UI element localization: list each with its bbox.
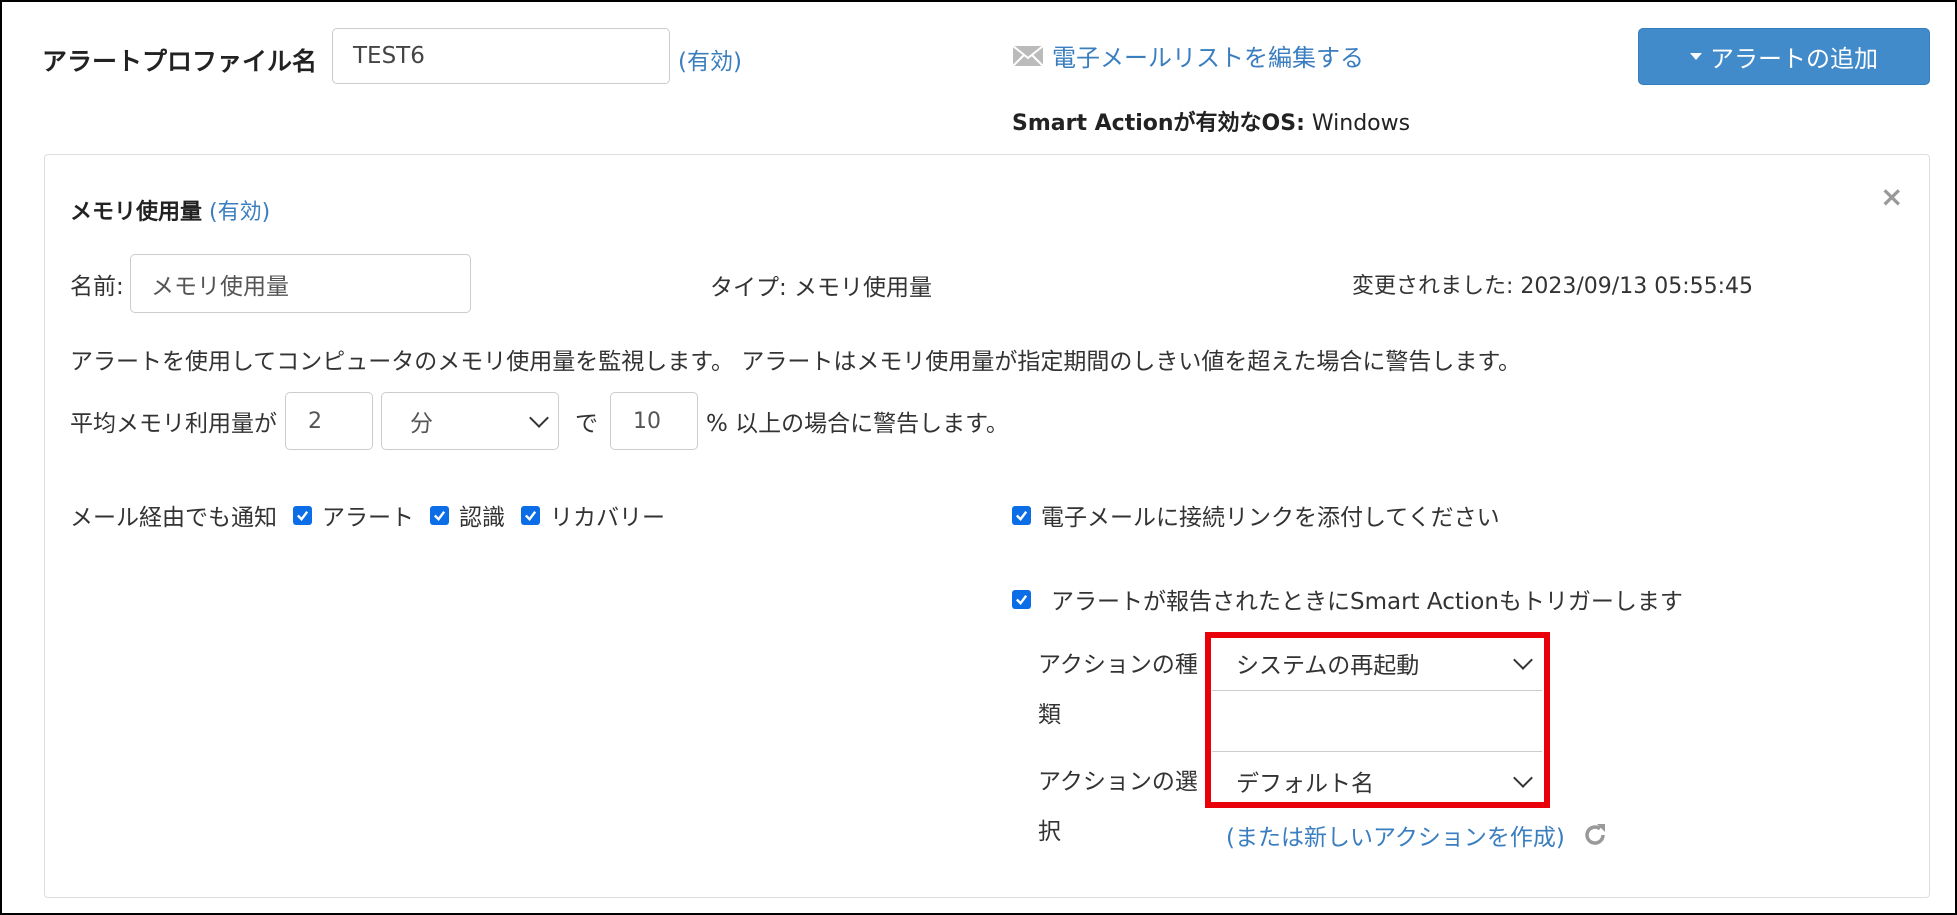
attach-link-checkbox[interactable]	[1012, 505, 1031, 525]
envelope-icon	[1012, 44, 1044, 67]
notify-ack-checkbox[interactable]	[430, 505, 449, 525]
modified-timestamp: 変更されました: 2023/09/13 05:55:45	[1352, 274, 1754, 299]
threshold-prefix: 平均メモリ利用量が	[70, 411, 277, 437]
add-alert-button[interactable]: アラートの追加	[1638, 28, 1930, 85]
add-alert-label: アラートの追加	[1710, 45, 1878, 73]
edit-email-list-link[interactable]: 電子メールリストを編集する	[1012, 38, 1364, 73]
smart-action-trigger-checkbox[interactable]	[1012, 589, 1031, 609]
profile-name-input[interactable]: TEST6	[332, 28, 670, 84]
panel-title-text: メモリ使用量	[70, 200, 203, 225]
duration-unit-select[interactable]: 分	[381, 392, 559, 450]
create-action-row: (または新しいアクションを作成)	[1226, 818, 1609, 852]
smart-action-trigger-row: アラートが報告されたときにSmart Actionもトリガーします	[1012, 582, 1683, 616]
smart-action-os-value: Windows	[1304, 111, 1411, 136]
check-icon	[524, 510, 537, 521]
action-type-label: アクションの種類	[1038, 652, 1198, 728]
notify-ack-label: 認識	[459, 505, 505, 531]
smart-action-trigger-label: アラートが報告されたときにSmart Actionもトリガーします	[1051, 589, 1683, 615]
edit-email-list-label: 電子メールリストを編集する	[1052, 44, 1364, 72]
alert-name-label: 名前:	[70, 274, 124, 300]
close-icon[interactable]: ×	[1880, 180, 1903, 213]
percent-input[interactable]: 10	[610, 392, 698, 450]
notify-alert-label: アラート	[322, 505, 414, 531]
caret-down-icon	[1690, 53, 1702, 60]
panel-title: メモリ使用量 (有効)	[70, 194, 270, 226]
check-icon	[433, 510, 446, 521]
smart-action-os-label: Smart Actionが有効なOS:	[1012, 111, 1305, 136]
notify-label: メール経由でも通知	[70, 505, 277, 531]
threshold-row: 平均メモリ利用量が 2 分 で 10 % 以上の場合に警告します。	[70, 392, 1009, 450]
highlight-box	[1205, 632, 1550, 808]
notify-alert-checkbox[interactable]	[293, 505, 312, 525]
refresh-icon[interactable]	[1581, 821, 1609, 849]
check-icon	[1015, 594, 1028, 605]
notify-recovery-label: リカバリー	[550, 505, 665, 531]
panel-status-link[interactable]: (有効)	[209, 200, 270, 225]
duration-unit-value: 分	[410, 411, 433, 437]
notify-recovery-checkbox[interactable]	[521, 505, 540, 525]
threshold-middle: で	[575, 411, 598, 437]
chevron-down-icon	[529, 408, 549, 428]
action-select-label: アクションの選択	[1038, 769, 1198, 845]
email-notify-row: メール経由でも通知 アラート 認識 リカバリー	[70, 498, 665, 532]
attach-link-row: 電子メールに接続リンクを添付してください	[1012, 498, 1500, 532]
create-action-link[interactable]: (または新しいアクションを作成)	[1226, 818, 1565, 852]
attach-link-label: 電子メールに接続リンクを添付してください	[1041, 505, 1500, 531]
check-icon	[296, 510, 309, 521]
alert-description: アラートを使用してコンピュータのメモリ使用量を監視します。 アラートはメモリ使用…	[70, 349, 1522, 375]
duration-input[interactable]: 2	[285, 392, 373, 450]
threshold-suffix: % 以上の場合に警告します。	[706, 411, 1009, 437]
alert-type-text: タイプ: メモリ使用量	[710, 275, 933, 301]
profile-status-link[interactable]: (有効)	[678, 42, 742, 76]
alert-name-input[interactable]: メモリ使用量	[130, 254, 471, 313]
profile-name-label: アラートプロファイル名	[42, 47, 318, 76]
check-icon	[1015, 510, 1028, 521]
smart-action-os: Smart Actionが有効なOS: Windows	[1012, 105, 1410, 137]
